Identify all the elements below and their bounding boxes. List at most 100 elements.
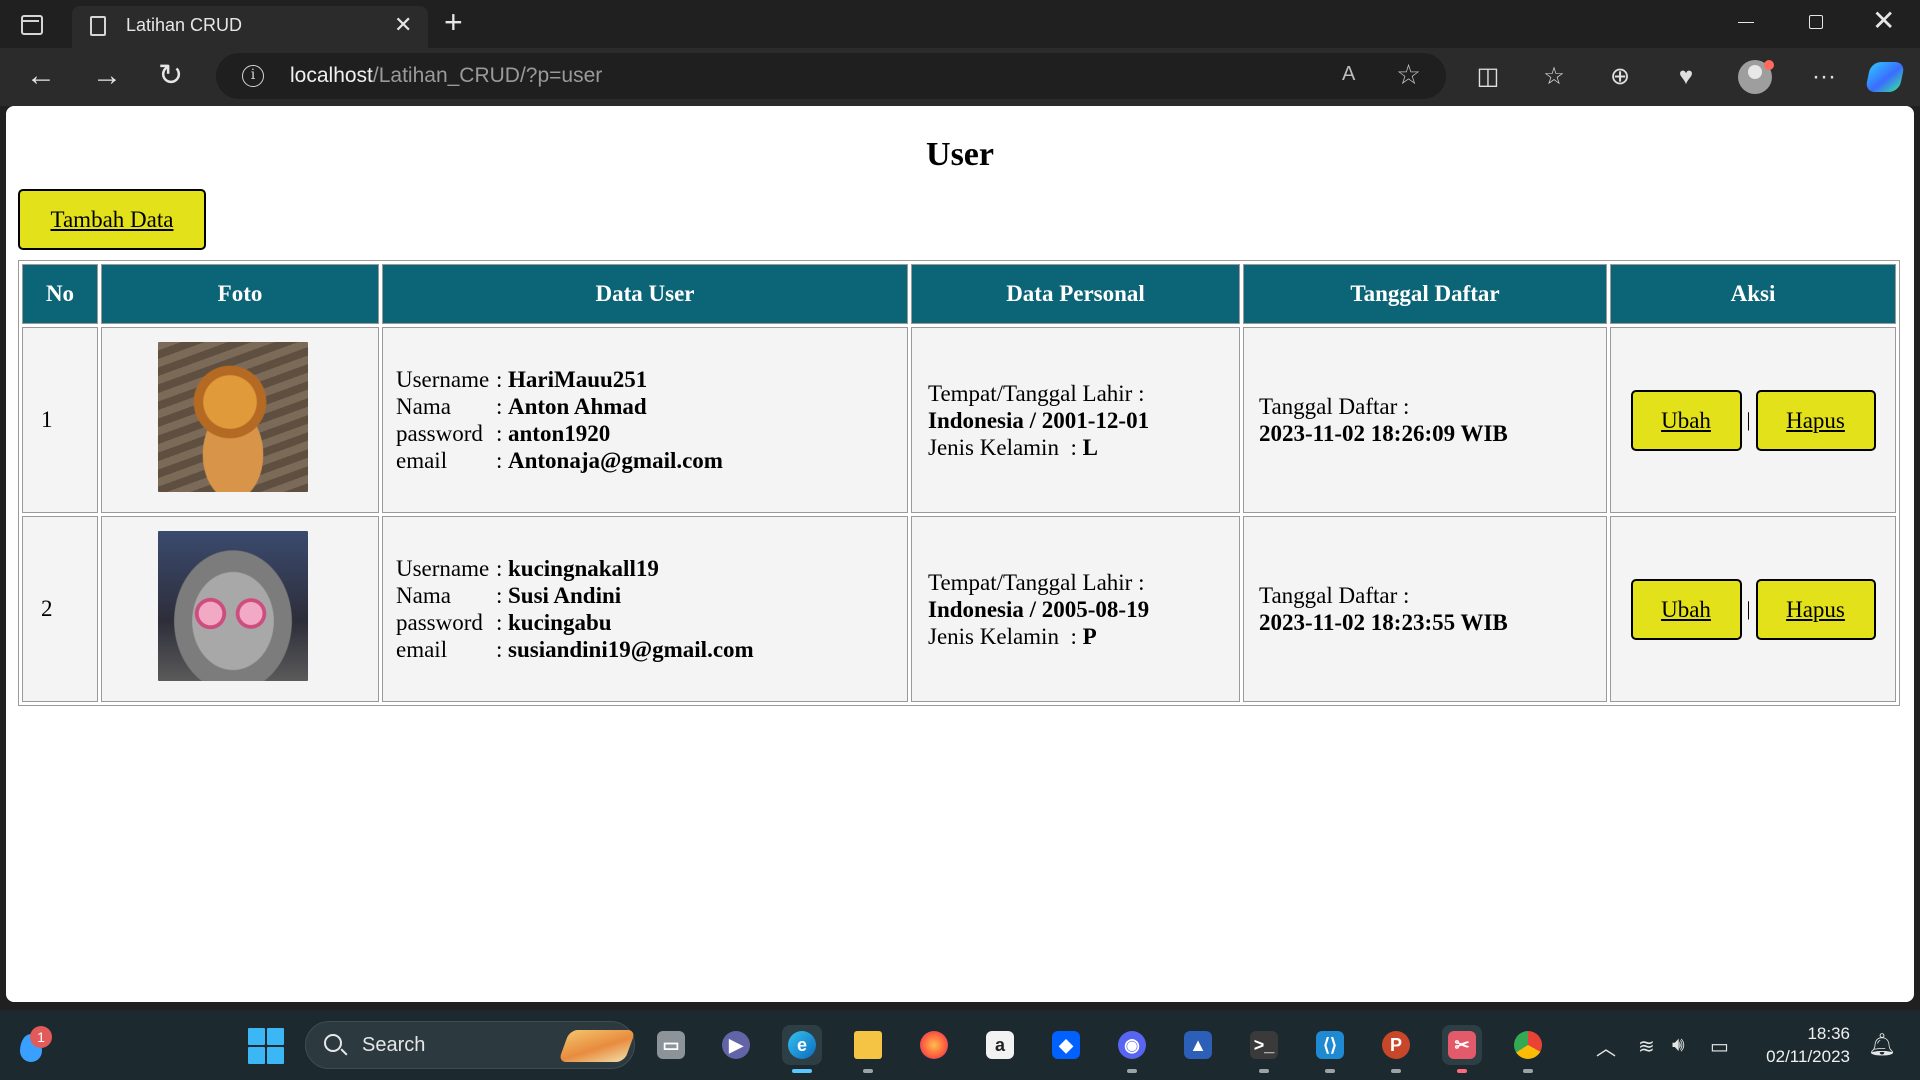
colon: :: [496, 421, 503, 446]
task-view-icon[interactable]: ▭: [651, 1025, 691, 1065]
username-label: Username: [396, 367, 490, 392]
terminal-icon[interactable]: >_: [1244, 1025, 1284, 1073]
delete-button[interactable]: Hapus: [1755, 578, 1876, 640]
browser-essentials-icon[interactable]: ♥: [1669, 60, 1703, 94]
row-number: 1: [22, 327, 98, 513]
more-menu-icon[interactable]: ···: [1807, 60, 1841, 94]
ttl-label: Tempat/Tanggal Lahir :: [928, 569, 1145, 595]
edit-button[interactable]: Ubah: [1630, 389, 1742, 451]
data-personal-cell: Tempat/Tanggal Lahir : Indonesia / 2005-…: [911, 516, 1240, 702]
nama-value: Susi Andini: [508, 583, 622, 608]
header-foto: Foto: [101, 264, 379, 324]
window-close-button[interactable]: ✕: [1872, 4, 1895, 37]
tab-latihan-crud[interactable]: Latihan CRUD ✕: [72, 6, 428, 48]
wifi-icon[interactable]: ≋: [1638, 1034, 1655, 1059]
file-explorer-icon[interactable]: [848, 1025, 888, 1073]
password-value: anton1920: [508, 421, 611, 446]
split-screen-icon[interactable]: ◫: [1471, 60, 1505, 94]
info-icon[interactable]: i: [242, 65, 264, 87]
back-icon[interactable]: ←: [26, 56, 56, 96]
battery-icon[interactable]: ▭: [1710, 1034, 1729, 1059]
gender-label: Jenis Kelamin: [928, 434, 1059, 460]
favorites-icon[interactable]: ☆: [1537, 60, 1571, 94]
table-row: 1 Username: HariMauu251 Nama: Anton Ahmad …: [22, 327, 1896, 513]
app-launcher-icon[interactable]: ▲: [1178, 1025, 1218, 1065]
action-separator: |: [1746, 408, 1751, 431]
colon: :: [496, 448, 503, 473]
refresh-icon[interactable]: ↻: [158, 56, 183, 96]
colon: :: [1070, 623, 1077, 649]
table-row: 2 Username: kucingnakall19 Nama: Susi Andi…: [22, 516, 1896, 702]
email-value: susiandini19@gmail.com: [508, 637, 754, 662]
show-hidden-icons-chevron-icon[interactable]: ︿: [1596, 1032, 1616, 1061]
photo-cell: [101, 327, 379, 513]
read-aloud-icon[interactable]: A: [1342, 63, 1355, 86]
snipping-tool-icon[interactable]: ✂: [1442, 1025, 1482, 1073]
clock-date: 02/11/2023: [1766, 1047, 1850, 1066]
maximize-button[interactable]: [1809, 15, 1823, 29]
header-data-personal: Data Personal: [911, 264, 1240, 324]
taskbar-search[interactable]: Search: [305, 1021, 636, 1069]
close-icon[interactable]: ✕: [394, 12, 412, 38]
new-tab-button[interactable]: +: [444, 4, 463, 41]
tanggal-daftar-cell: Tanggal Daftar : 2023-11-02 18:23:55 WIB: [1243, 516, 1607, 702]
url-text[interactable]: localhost/Latihan_CRUD/?p=user: [290, 64, 602, 88]
data-user-cell: Username: kucingnakall19 Nama: Susi Andini…: [382, 516, 908, 702]
clock-time: 18:36: [1807, 1024, 1850, 1043]
url-host: localhost: [290, 64, 373, 87]
dropbox-icon[interactable]: ◆: [1046, 1025, 1086, 1065]
start-button[interactable]: [248, 1028, 284, 1064]
volume-icon[interactable]: 🔊︎: [1672, 1034, 1685, 1057]
gender-value: P: [1082, 623, 1097, 649]
page-title: User: [926, 136, 994, 173]
teams-icon[interactable]: ▶: [716, 1025, 756, 1065]
username-label: Username: [396, 556, 490, 581]
password-label: password: [396, 610, 483, 635]
search-label: Search: [362, 1034, 426, 1056]
email-label: email: [396, 448, 448, 473]
collections-icon[interactable]: ⊕: [1603, 60, 1637, 94]
table-header-row: No Foto Data User Data Personal Tanggal …: [22, 264, 1896, 324]
colon: :: [1070, 434, 1077, 460]
colon: :: [496, 583, 503, 608]
tanggal-daftar-cell: Tanggal Daftar : 2023-11-02 18:26:09 WIB: [1243, 327, 1607, 513]
firefox-icon[interactable]: [914, 1025, 954, 1065]
system-clock[interactable]: 18:36 02/11/2023: [1750, 1022, 1850, 1068]
colon: :: [496, 556, 503, 581]
email-value: Antonaja@gmail.com: [508, 448, 723, 473]
data-user-cell: Username: HariMauu251 Nama: Anton Ahmad pa…: [382, 327, 908, 513]
url-path: /Latihan_CRUD/?p=user: [372, 64, 603, 87]
address-bar[interactable]: i localhost/Latihan_CRUD/?p=user A ☆: [216, 53, 1446, 99]
header-aksi: Aksi: [1610, 264, 1896, 324]
ttl-label: Tempat/Tanggal Lahir :: [928, 380, 1145, 406]
discord-icon[interactable]: ◉: [1112, 1025, 1152, 1073]
edit-button[interactable]: Ubah: [1630, 578, 1742, 640]
search-icon: [324, 1034, 342, 1052]
colon: :: [496, 637, 503, 662]
browser-toolbar: ← → ↻ i localhost/Latihan_CRUD/?p=user A…: [0, 48, 1920, 106]
search-highlight-image: [558, 1030, 636, 1062]
tanggal-daftar-label: Tanggal Daftar :: [1259, 394, 1410, 419]
delete-button[interactable]: Hapus: [1755, 389, 1876, 451]
chrome-icon[interactable]: [1508, 1025, 1548, 1073]
weather-widget-icon[interactable]: 1: [14, 1026, 52, 1064]
tanggal-daftar-value: 2023-11-02 18:23:55 WIB: [1259, 610, 1508, 635]
minimize-button[interactable]: [1738, 22, 1754, 23]
notifications-bell-icon[interactable]: 🔔︎: [1868, 1032, 1896, 1058]
row-number: 2: [22, 516, 98, 702]
add-data-button[interactable]: Tambah Data: [18, 189, 206, 250]
amazon-icon[interactable]: a: [980, 1025, 1020, 1065]
edge-icon[interactable]: e: [782, 1025, 822, 1073]
favorite-star-icon[interactable]: ☆: [1396, 58, 1421, 91]
forward-icon[interactable]: →: [92, 56, 122, 96]
tanggal-daftar-label: Tanggal Daftar :: [1259, 583, 1410, 608]
tanggal-daftar-value: 2023-11-02 18:26:09 WIB: [1259, 421, 1508, 446]
photo-cell: [101, 516, 379, 702]
taskbar: 1 Search ▭ ▶ e a ◆ ◉ ▲ >_ ⟨⟩ P ✂ ︿ ≋ 🔊︎ …: [0, 1010, 1920, 1080]
powerpoint-icon[interactable]: P: [1376, 1025, 1416, 1073]
vscode-icon[interactable]: ⟨⟩: [1310, 1025, 1350, 1073]
copilot-icon[interactable]: [1864, 62, 1906, 92]
email-label: email: [396, 637, 448, 662]
profile-notification-dot: [1764, 60, 1774, 70]
tab-actions-icon[interactable]: [18, 12, 44, 36]
